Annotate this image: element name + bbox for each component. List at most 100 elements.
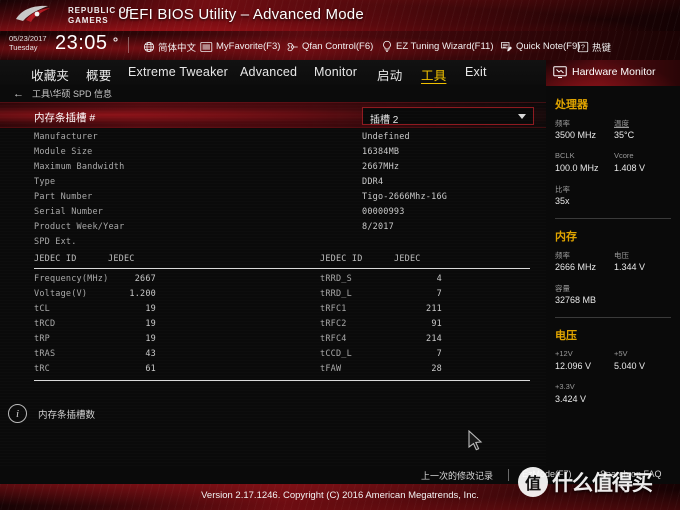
jedec-row: tRRD_S 4 <box>320 274 452 289</box>
footer-search-faq-link[interactable]: Search on FAQ <box>600 469 662 479</box>
footer-shortcut-bar: 上一次的修改记录 EzMode(F7) Search on FAQ <box>0 466 680 484</box>
nav-tab-boot[interactable]: 启动 <box>377 65 402 84</box>
jedec-row: tCL 19 <box>34 304 166 319</box>
hardware-monitor-header: Hardware Monitor <box>546 60 680 86</box>
hw-section-memory-title: 内存 <box>555 231 577 243</box>
toolbar-item-language[interactable]: 简体中文 <box>143 38 196 55</box>
jedec-value: 43 <box>145 349 156 359</box>
footer-ezmode-link[interactable]: EzMode(F7) <box>522 469 572 479</box>
note-icon <box>501 41 512 51</box>
jedec-row: tRFC1 211 <box>320 304 452 319</box>
nav-tab-extreme-tweaker[interactable]: Extreme Tweaker <box>128 65 228 79</box>
spec-row: SPD Ext. <box>0 237 546 252</box>
hw-value: 5.040 V <box>614 361 646 371</box>
jedec-row: tRAS 43 <box>34 349 166 364</box>
hw-label: 电压 <box>614 251 629 260</box>
jedec-header-id-left: JEDEC ID <box>34 254 77 264</box>
jedec-row: tRCD 19 <box>34 319 166 334</box>
hw-value: 35°C <box>614 130 635 140</box>
spec-key: Part Number <box>34 192 93 202</box>
spec-value: Undefined <box>362 132 410 142</box>
jedec-row: tRFC4 214 <box>320 334 452 349</box>
spec-key: Maximum Bandwidth <box>34 162 125 172</box>
back-arrow-icon[interactable]: ← <box>13 88 24 100</box>
jedec-key: tRAS <box>34 349 56 359</box>
dimm-slot-dropdown-value: 插槽 2 <box>370 115 399 126</box>
fan-icon <box>287 42 298 51</box>
hw-value: 3.424 V <box>555 394 587 404</box>
toolbar-item-label: Quick Note(F9) <box>516 41 581 52</box>
jedec-row: tRFC2 91 <box>320 319 452 334</box>
nav-tab-exit[interactable]: Exit <box>465 65 487 79</box>
nav-tab-favorites[interactable]: 收藏夹 <box>31 65 69 84</box>
jedec-value: 7 <box>436 289 442 299</box>
gear-icon[interactable] <box>109 33 122 46</box>
spec-key: Type <box>34 177 56 187</box>
toolbar-item-label: 简体中文 <box>158 42 197 54</box>
spec-row: Manufacturer Undefined <box>0 132 546 147</box>
hw-label: 频率 <box>555 119 570 128</box>
rog-brand-text: REPUBLIC OF GAMERS <box>68 6 132 25</box>
jedec-key: tRFC1 <box>320 304 347 314</box>
hardware-monitor-title: Hardware Monitor <box>572 66 656 78</box>
hw-divider <box>555 317 671 318</box>
nav-tab-advanced[interactable]: Advanced <box>240 65 297 79</box>
globe-icon <box>143 41 155 52</box>
datetime-block: 05/23/2017 Tuesday <box>9 34 47 52</box>
main-content-panel: 内存条插槽 # 插槽 2 Manufacturer Undefined Modu… <box>0 102 546 484</box>
info-text: 内存条插槽数 <box>38 410 96 421</box>
jedec-key: tRFC4 <box>320 334 347 344</box>
spec-key: SPD Ext. <box>34 237 77 247</box>
toolbar-item-quick-note[interactable]: Quick Note(F9) <box>500 38 580 55</box>
chevron-down-icon <box>518 114 526 119</box>
toolbar-item-label: 热键 <box>592 42 612 54</box>
spec-row: Module Size 16384MB <box>0 147 546 162</box>
jedec-header-profile-right: JEDEC <box>394 254 421 264</box>
breadcrumb[interactable]: ← 工具\华硕 SPD 信息 <box>0 85 546 102</box>
spec-value: 00000993 <box>362 207 405 217</box>
hw-label: +5V <box>614 349 628 358</box>
toolbar-item-hotkeys[interactable]: ? 热键 <box>577 38 611 55</box>
hw-label: BCLK <box>555 151 575 160</box>
hw-section-voltage-title: 电压 <box>555 330 577 342</box>
jedec-key: tCL <box>34 304 50 314</box>
jedec-value: 211 <box>426 304 442 314</box>
spec-row: Part Number Tigo-2666Mhz-16G <box>0 192 546 207</box>
jedec-header-id-right: JEDEC ID <box>320 254 363 264</box>
hw-value: 1.344 V <box>614 262 646 272</box>
info-bar: i 内存条插槽数 <box>0 402 546 426</box>
nav-tab-monitor[interactable]: Monitor <box>314 65 357 79</box>
rog-brand-line1: REPUBLIC OF <box>68 6 133 15</box>
nav-tab-main[interactable]: 概要 <box>86 65 111 84</box>
hw-label: 频率 <box>555 251 570 260</box>
main-navigation: 收藏夹 概要 Extreme Tweaker Advanced Monitor … <box>0 60 546 87</box>
footer-separator <box>508 469 509 481</box>
hw-label: +12V <box>555 349 573 358</box>
svg-text:?: ? <box>581 44 585 51</box>
spec-value: Tigo-2666Mhz-16G <box>362 192 448 202</box>
jedec-value: 19 <box>145 334 156 344</box>
jedec-value: 28 <box>431 364 442 374</box>
toolbar-item-qfan-control[interactable]: Qfan Control(F6) <box>285 38 373 55</box>
spec-value: 2667MHz <box>362 162 400 172</box>
toolbar-item-myfavorite[interactable]: MyFavorite(F3) <box>200 38 280 55</box>
jedec-key: tRP <box>34 334 50 344</box>
jedec-row: tFAW 28 <box>320 364 452 379</box>
nav-tab-tool[interactable]: 工具 <box>421 65 446 84</box>
selected-setting-row[interactable]: 内存条插槽 # 插槽 2 <box>0 102 546 128</box>
spec-key: Manufacturer <box>34 132 98 142</box>
hw-value: 2666 MHz <box>555 262 597 272</box>
question-key-icon: ? <box>577 41 589 52</box>
hw-label: +3.3V <box>555 382 575 391</box>
dimm-slot-label: 内存条插槽 # <box>34 112 96 124</box>
toolbar-item-label: MyFavorite(F3) <box>216 41 281 52</box>
footer-last-modified-link[interactable]: 上一次的修改记录 <box>421 469 493 482</box>
dimm-slot-dropdown[interactable]: 插槽 2 <box>362 107 534 126</box>
lightbulb-icon <box>383 40 391 52</box>
jedec-row: tCCD_L 7 <box>320 349 452 364</box>
toolbar-item-label: EZ Tuning Wizard(F11) <box>396 41 494 52</box>
spec-key: Module Size <box>34 147 93 157</box>
hw-label: 容量 <box>555 284 570 293</box>
hw-value: 12.096 V <box>555 361 592 371</box>
toolbar-item-ez-tuning-wizard[interactable]: EZ Tuning Wizard(F11) <box>381 38 494 55</box>
